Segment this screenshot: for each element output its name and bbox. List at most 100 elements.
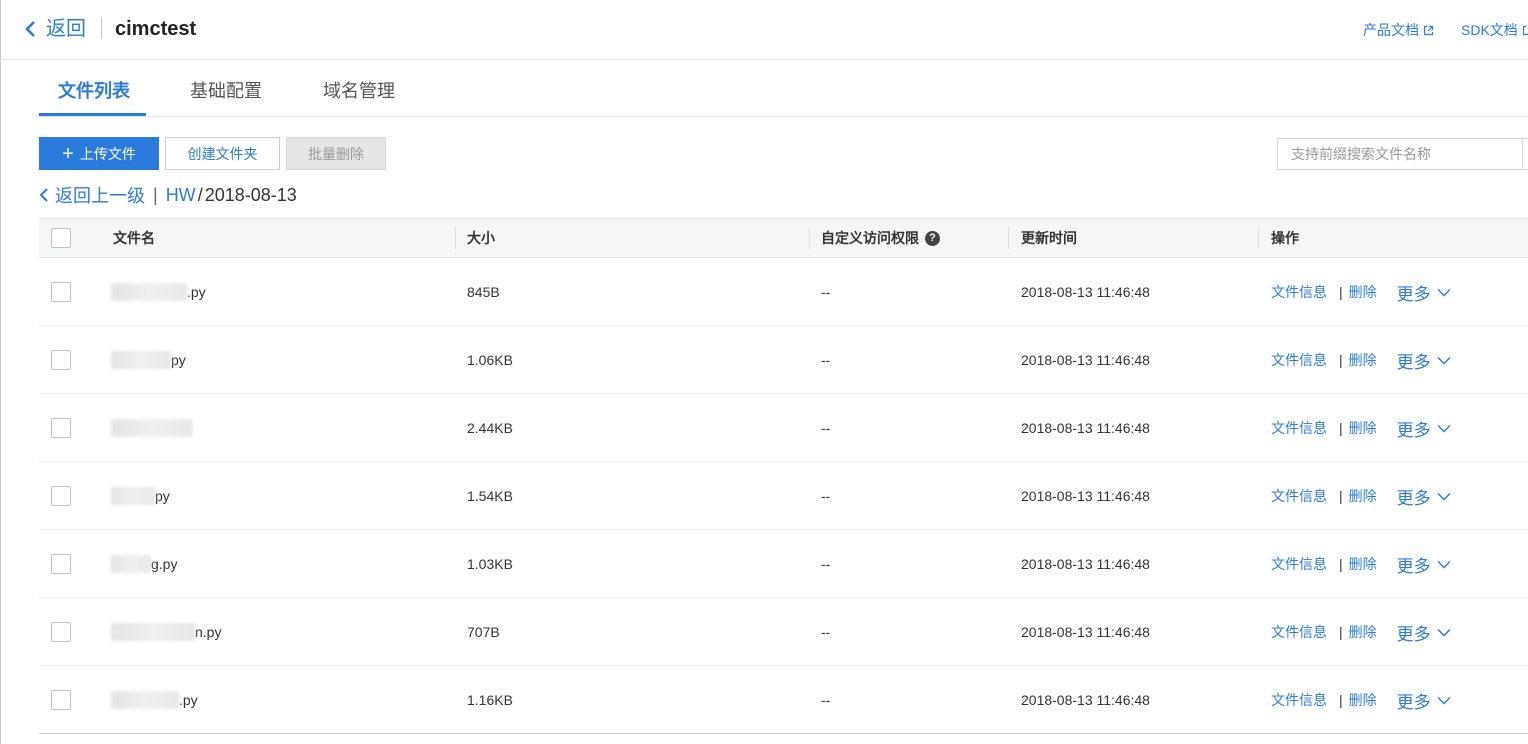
table-row: py 1.54KB -- 2018-08-13 11:46:48 文件信息 | … xyxy=(39,462,1528,530)
more-label: 更多 xyxy=(1396,420,1431,440)
file-updated-time: 2018-08-13 11:46:48 xyxy=(1021,420,1150,436)
column-header-name: 文件名 xyxy=(113,230,155,246)
breadcrumb-folder-hw[interactable]: HW xyxy=(166,185,196,206)
row-checkbox[interactable] xyxy=(51,486,71,506)
select-all-checkbox[interactable] xyxy=(51,228,71,248)
delete-link[interactable]: 删除 xyxy=(1349,622,1377,642)
action-separator: | xyxy=(1339,352,1343,368)
external-link-icon xyxy=(1423,25,1434,35)
search-button-edge xyxy=(1522,138,1523,170)
file-size: 845B xyxy=(467,284,500,300)
row-checkbox[interactable] xyxy=(51,690,71,710)
file-name-suffix: .py xyxy=(179,692,198,708)
row-actions: 文件信息 | 删除 更多 xyxy=(1271,530,1451,598)
more-dropdown[interactable]: 更多 xyxy=(1397,552,1451,577)
file-name[interactable]: .py xyxy=(111,258,206,326)
delete-link[interactable]: 删除 xyxy=(1349,418,1377,438)
file-info-link[interactable]: 文件信息 xyxy=(1271,282,1327,302)
more-dropdown[interactable]: 更多 xyxy=(1397,620,1451,645)
tab-file-list[interactable]: 文件列表 xyxy=(58,60,130,117)
table-row: py 1.06KB -- 2018-08-13 11:46:48 文件信息 | … xyxy=(39,326,1528,394)
help-icon[interactable]: ? xyxy=(925,230,940,246)
sdk-docs-label: SDK文档 xyxy=(1461,22,1518,38)
row-checkbox[interactable] xyxy=(51,418,71,438)
file-name[interactable]: .py xyxy=(111,666,198,734)
redacted-filename xyxy=(111,487,155,505)
permission-header-label: 自定义访问权限 xyxy=(821,230,919,246)
tab-domain-management[interactable]: 域名管理 xyxy=(323,60,395,117)
row-actions: 文件信息 | 删除 更多 xyxy=(1271,258,1451,326)
file-info-link[interactable]: 文件信息 xyxy=(1271,554,1327,574)
delete-link[interactable]: 删除 xyxy=(1349,486,1377,506)
batch-delete-button[interactable]: 批量删除 xyxy=(286,137,386,170)
more-label: 更多 xyxy=(1396,284,1431,304)
more-dropdown[interactable]: 更多 xyxy=(1397,484,1451,509)
product-docs-link[interactable]: 产品文档 xyxy=(1363,20,1434,40)
row-actions: 文件信息 | 删除 更多 xyxy=(1271,326,1451,394)
file-info-link[interactable]: 文件信息 xyxy=(1271,622,1327,642)
column-header-updated: 更新时间 xyxy=(1021,230,1077,246)
column-divider xyxy=(1258,227,1259,249)
file-info-link[interactable]: 文件信息 xyxy=(1271,350,1327,370)
file-updated-time: 2018-08-13 11:46:48 xyxy=(1021,352,1150,368)
file-updated-time: 2018-08-13 11:46:48 xyxy=(1021,284,1150,300)
delete-link[interactable]: 删除 xyxy=(1349,554,1377,574)
file-info-link[interactable]: 文件信息 xyxy=(1271,690,1327,710)
file-name[interactable]: py xyxy=(111,326,186,394)
sdk-docs-link[interactable]: SDK文档 xyxy=(1461,20,1528,40)
header-divider xyxy=(101,17,102,39)
action-separator: | xyxy=(1339,692,1343,708)
row-checkbox[interactable] xyxy=(51,350,71,370)
file-name-suffix: py xyxy=(155,488,170,504)
action-separator: | xyxy=(1339,420,1343,436)
tab-bar: 文件列表 基础配置 域名管理 xyxy=(39,60,1528,117)
chevron-down-icon xyxy=(1437,492,1451,501)
more-dropdown[interactable]: 更多 xyxy=(1397,280,1451,305)
file-updated-time: 2018-08-13 11:46:48 xyxy=(1021,556,1150,572)
delete-link[interactable]: 删除 xyxy=(1349,690,1377,710)
file-name[interactable]: py xyxy=(111,462,170,530)
bucket-title: cimctest xyxy=(115,18,197,40)
tab-basic-config[interactable]: 基础配置 xyxy=(190,60,262,117)
file-name[interactable] xyxy=(111,394,193,462)
file-permission: -- xyxy=(821,352,831,368)
column-divider xyxy=(455,227,456,249)
upload-file-button[interactable]: + 上传文件 xyxy=(39,137,159,170)
row-actions: 文件信息 | 删除 更多 xyxy=(1271,666,1451,734)
breadcrumb: 返回上一级 | HW / 2018-08-13 xyxy=(39,183,297,207)
table-row: g.py 1.03KB -- 2018-08-13 11:46:48 文件信息 … xyxy=(39,530,1528,598)
file-name[interactable]: n.py xyxy=(111,598,221,666)
chevron-down-icon xyxy=(1437,356,1451,365)
redacted-filename xyxy=(111,419,193,437)
file-size: 2.44KB xyxy=(467,420,513,436)
file-info-link[interactable]: 文件信息 xyxy=(1271,486,1327,506)
create-folder-button[interactable]: 创建文件夹 xyxy=(165,137,280,170)
redacted-filename xyxy=(111,351,171,369)
file-info-link[interactable]: 文件信息 xyxy=(1271,418,1327,438)
action-separator: | xyxy=(1339,488,1343,504)
table-row: 2.44KB -- 2018-08-13 11:46:48 文件信息 | 删除 … xyxy=(39,394,1528,462)
more-dropdown[interactable]: 更多 xyxy=(1397,416,1451,441)
column-divider xyxy=(1008,227,1009,249)
row-checkbox[interactable] xyxy=(51,554,71,574)
more-dropdown[interactable]: 更多 xyxy=(1397,688,1451,713)
chevron-down-icon xyxy=(1437,560,1451,569)
plus-icon: + xyxy=(62,142,74,165)
delete-link[interactable]: 删除 xyxy=(1349,282,1377,302)
row-checkbox[interactable] xyxy=(51,282,71,302)
delete-link[interactable]: 删除 xyxy=(1349,350,1377,370)
more-dropdown[interactable]: 更多 xyxy=(1397,348,1451,373)
file-size: 1.16KB xyxy=(467,692,513,708)
search-input[interactable]: 支持前缀搜索文件名称 xyxy=(1277,138,1528,170)
file-updated-time: 2018-08-13 11:46:48 xyxy=(1021,624,1150,640)
back-button[interactable]: 返回 xyxy=(24,16,86,42)
table-bottom-border xyxy=(39,733,1528,734)
row-checkbox[interactable] xyxy=(51,622,71,642)
more-label: 更多 xyxy=(1396,692,1431,712)
chevron-down-icon xyxy=(1437,424,1451,433)
file-name[interactable]: g.py xyxy=(111,530,177,598)
chevron-left-icon xyxy=(25,21,35,37)
breadcrumb-current: 2018-08-13 xyxy=(204,184,297,205)
file-name-suffix: g.py xyxy=(151,556,178,572)
back-up-level-link[interactable]: 返回上一级 xyxy=(55,182,145,208)
